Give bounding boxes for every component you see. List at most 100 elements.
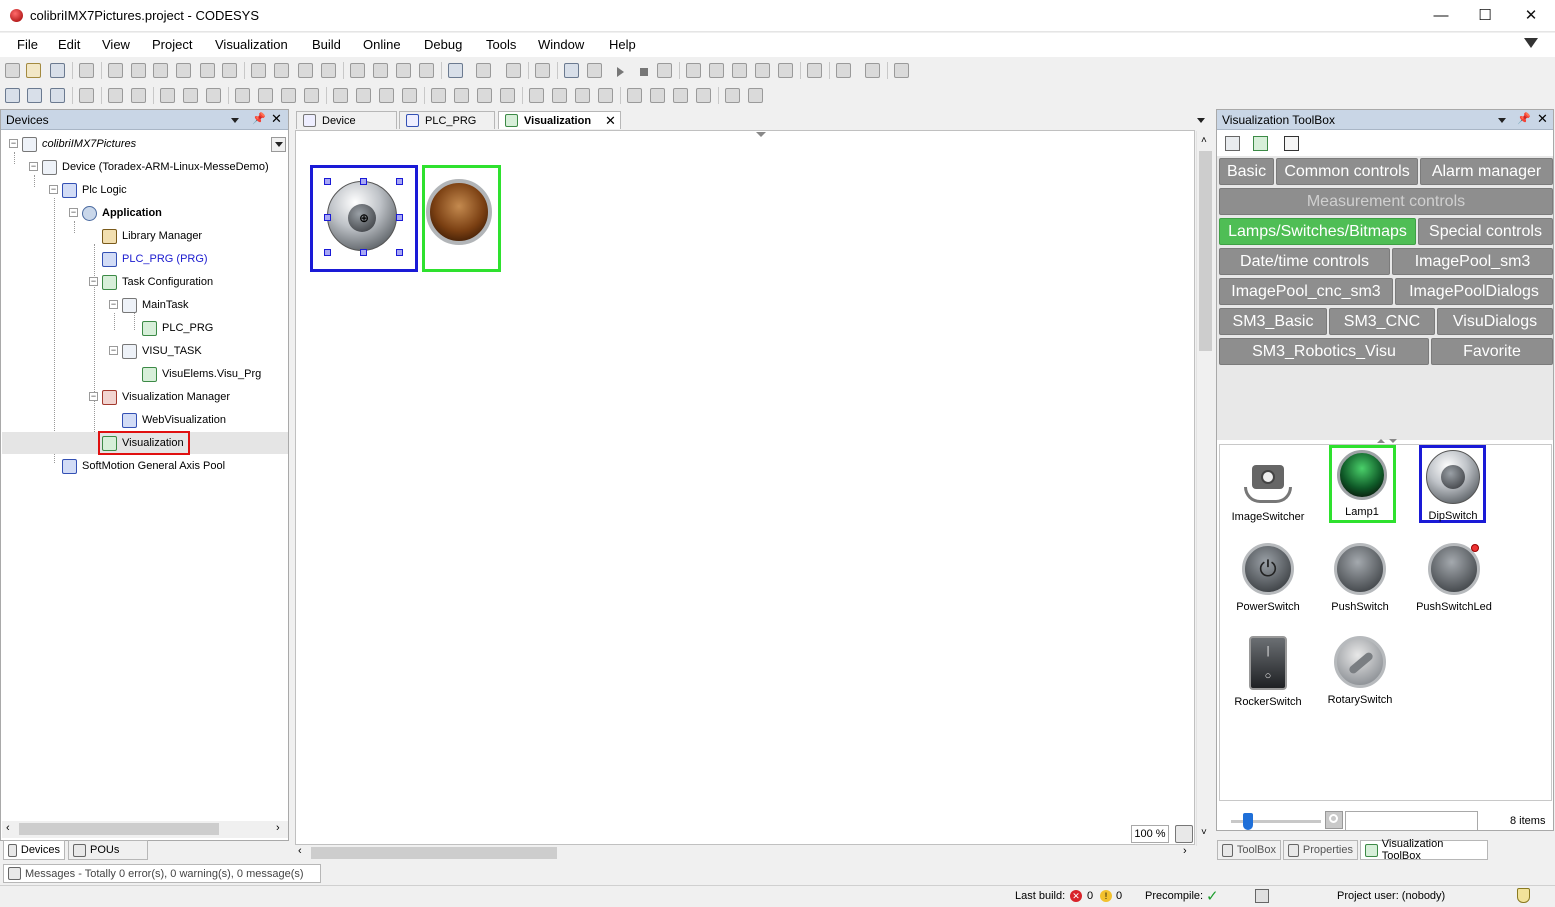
run-to-cursor-icon[interactable]: [778, 63, 793, 78]
tool-item-rotaryswitch[interactable]: RotarySwitch: [1320, 636, 1400, 706]
bookmark-prev-icon[interactable]: [373, 63, 388, 78]
undo-icon[interactable]: [108, 63, 123, 78]
new-project-icon[interactable]: [5, 63, 20, 78]
tab-list-dropdown-icon[interactable]: [1197, 118, 1205, 123]
increase-space-icon[interactable]: [477, 88, 492, 103]
close-tab-icon[interactable]: ✕: [605, 113, 616, 129]
category-lamps-switches-bitmaps[interactable]: Lamps/Switches/Bitmaps: [1219, 218, 1416, 245]
write-values-icon[interactable]: [836, 63, 851, 78]
maximize-button[interactable]: ☐: [1462, 0, 1508, 30]
tool-item-lamp1[interactable]: Lamp1: [1322, 450, 1402, 518]
canvas-lamp-element[interactable]: [426, 179, 492, 245]
tree-collapse-visu-task[interactable]: −: [109, 346, 118, 355]
replace-in-project-icon[interactable]: [321, 63, 336, 78]
bring-forward-icon[interactable]: [673, 88, 688, 103]
tree-item-visuelems-visu-prg[interactable]: VisuElems.Visu_Prg: [142, 364, 261, 384]
menu-build[interactable]: Build: [312, 37, 341, 52]
align-center-icon[interactable]: [183, 88, 198, 103]
tree-item-task-configuration[interactable]: Task Configuration: [102, 272, 213, 292]
tree-item-softmotion-axis-pool[interactable]: SoftMotion General Axis Pool: [62, 456, 225, 476]
tool-item-pushswitch[interactable]: PushSwitch: [1320, 543, 1400, 613]
tool-item-pushswitchled[interactable]: PushSwitchLed: [1414, 543, 1494, 613]
print-icon[interactable]: [79, 63, 94, 78]
menu-debug[interactable]: Debug: [424, 37, 462, 52]
same-width-icon[interactable]: [379, 88, 394, 103]
tree-collapse-task-config[interactable]: −: [89, 277, 98, 286]
tree-collapse-plc-logic[interactable]: −: [49, 185, 58, 194]
menu-file[interactable]: File: [17, 37, 38, 52]
interface-editor-icon[interactable]: [50, 88, 65, 103]
scroll-right-icon[interactable]: ›: [276, 822, 280, 834]
category-imagepool-sm3[interactable]: ImagePool_sm3: [1392, 248, 1553, 275]
category-special-controls[interactable]: Special controls: [1418, 218, 1553, 245]
snap-icon[interactable]: [598, 88, 613, 103]
canvas-vscrollbar[interactable]: ˄ ˅: [1196, 131, 1213, 846]
tree-collapse-maintask[interactable]: −: [109, 300, 118, 309]
menu-view[interactable]: View: [102, 37, 130, 52]
zoom-icon[interactable]: [1175, 825, 1193, 843]
tree-item-library-manager[interactable]: Library Manager: [102, 226, 202, 246]
space-h-icon[interactable]: [431, 88, 446, 103]
tab-visualization-toolbox[interactable]: Visualization ToolBox: [1360, 838, 1488, 862]
canvas-splitter-icon[interactable]: [756, 132, 766, 137]
splitter-down-icon[interactable]: [1389, 439, 1397, 443]
tree-collapse-visu-manager[interactable]: −: [89, 392, 98, 401]
tab-toolbox[interactable]: ToolBox: [1217, 840, 1281, 860]
category-datetime-controls[interactable]: Date/time controls: [1219, 248, 1390, 275]
show-next-statement-icon[interactable]: [807, 63, 822, 78]
scroll-down-icon[interactable]: ˅: [1201, 827, 1207, 838]
category-measurement-controls[interactable]: Measurement controls: [1219, 188, 1553, 215]
tree-item-plc-logic[interactable]: Plc Logic: [62, 180, 127, 200]
canvas-hscrollbar[interactable]: ‹ ›: [295, 845, 1195, 861]
deselect-icon[interactable]: [748, 88, 763, 103]
login-icon[interactable]: [564, 63, 579, 78]
decrease-space-icon[interactable]: [500, 88, 515, 103]
vscroll-thumb[interactable]: [1199, 151, 1212, 351]
tab-plc-prg[interactable]: PLC_PRG: [399, 111, 495, 129]
tree-collapse-device[interactable]: −: [29, 162, 38, 171]
category-alarm-manager[interactable]: Alarm manager: [1420, 158, 1553, 185]
align-middle-icon[interactable]: [258, 88, 273, 103]
resize-handle[interactable]: [360, 249, 367, 256]
panel-dropdown-icon[interactable]: [1498, 118, 1506, 123]
logout-icon[interactable]: [587, 63, 602, 78]
filter-icon[interactable]: [1524, 38, 1538, 48]
delete-icon[interactable]: [222, 63, 237, 78]
visu-preview-icon[interactable]: [27, 88, 42, 103]
messages-tab[interactable]: Messages - Totally 0 error(s), 0 warning…: [3, 864, 321, 883]
tree-item-visualization[interactable]: Visualization: [102, 433, 184, 453]
save-project-icon[interactable]: [50, 63, 65, 78]
tab-properties[interactable]: Properties: [1283, 840, 1358, 860]
resize-handle[interactable]: [324, 249, 331, 256]
resize-handle[interactable]: [396, 214, 403, 221]
grid-icon[interactable]: [575, 88, 590, 103]
category-sm3-cnc[interactable]: SM3_CNC: [1329, 308, 1435, 335]
select-all-icon[interactable]: [725, 88, 740, 103]
tree-collapse-application[interactable]: −: [69, 208, 78, 217]
category-basic[interactable]: Basic: [1219, 158, 1274, 185]
category-sm3-robotics-visu[interactable]: SM3_Robotics_Visu: [1219, 338, 1429, 365]
pin-icon[interactable]: 📌: [1517, 112, 1531, 125]
resize-handle[interactable]: [324, 214, 331, 221]
send-backward-icon[interactable]: [696, 88, 711, 103]
scroll-right-icon[interactable]: ›: [1183, 845, 1187, 857]
tool-item-dipswitch[interactable]: DipSwitch: [1413, 450, 1493, 522]
same-size-icon[interactable]: [304, 88, 319, 103]
align-left-icon[interactable]: [160, 88, 175, 103]
tree-item-application[interactable]: Application: [82, 203, 162, 223]
reset-icon[interactable]: [657, 63, 672, 78]
resize-handle[interactable]: [396, 249, 403, 256]
category-favorite[interactable]: Favorite: [1431, 338, 1553, 365]
redo-icon[interactable]: [131, 63, 146, 78]
tree-item-project[interactable]: colibriIMX7Pictures: [22, 134, 136, 154]
step-over-icon[interactable]: [709, 63, 724, 78]
element-list-icon[interactable]: [79, 88, 94, 103]
bookmark-icon[interactable]: [350, 63, 365, 78]
menu-window[interactable]: Window: [538, 37, 584, 52]
tree-item-visualization-manager[interactable]: Visualization Manager: [102, 387, 230, 407]
tab-visualization[interactable]: Visualization ✕: [498, 111, 621, 129]
device-select-icon[interactable]: [476, 63, 491, 78]
scroll-up-icon[interactable]: ˄: [1201, 135, 1207, 146]
menu-edit[interactable]: Edit: [58, 37, 80, 52]
online-config-icon[interactable]: [5, 88, 20, 103]
